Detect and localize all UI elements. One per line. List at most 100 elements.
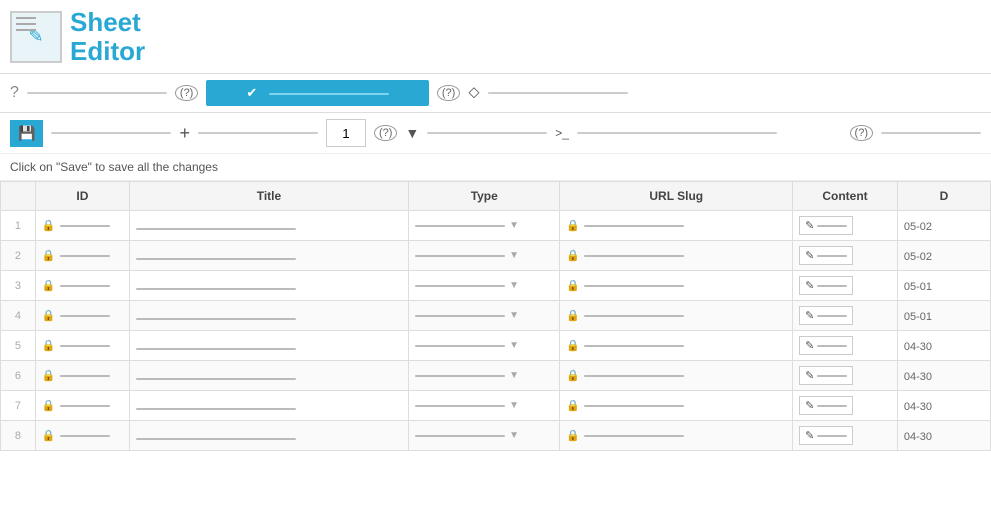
help-badge2[interactable]: (?) <box>437 85 460 101</box>
cell-date: 04-30 <box>897 391 990 421</box>
table-row: 8 🔒 ▼ 🔒 ✎ 04-3 <box>1 421 991 451</box>
cell-title[interactable] <box>129 241 408 271</box>
check-button[interactable]: ✔ <box>206 80 429 106</box>
cell-content: ✎ <box>793 301 898 331</box>
table-body: 1 🔒 ▼ 🔒 ✎ 05-0 <box>1 211 991 451</box>
title-value-line <box>136 288 296 290</box>
chevron-down-icon[interactable]: ▼ <box>509 220 519 231</box>
chevron-down-icon[interactable]: ▼ <box>509 370 519 381</box>
arrow-icon[interactable]: ⬦ <box>468 84 479 102</box>
save-button[interactable]: 💾 <box>10 120 43 147</box>
edit-content-button[interactable]: ✎ <box>799 396 853 415</box>
lock-icon: 🔒 <box>42 279 56 292</box>
cell-title[interactable] <box>129 331 408 361</box>
cell-id: 🔒 <box>35 331 129 361</box>
code-icon[interactable]: >_ <box>555 126 569 140</box>
col-header-id: ID <box>35 182 129 211</box>
edit-content-button[interactable]: ✎ <box>799 366 853 385</box>
filter-icon[interactable]: ▼ <box>405 125 419 141</box>
pencil-icon: ✎ <box>28 26 43 47</box>
slug-value-line <box>584 405 684 407</box>
row-number: 4 <box>1 301 36 331</box>
cell-content: ✎ <box>793 421 898 451</box>
row-count-input[interactable] <box>326 119 366 147</box>
edit-content-button[interactable]: ✎ <box>799 336 853 355</box>
edit-content-button[interactable]: ✎ <box>799 306 853 325</box>
lock-icon: 🔒 <box>42 309 56 322</box>
row-number: 8 <box>1 421 36 451</box>
cell-content: ✎ <box>793 271 898 301</box>
cell-slug: 🔒 <box>560 301 793 331</box>
lock-icon: 🔒 <box>42 249 56 262</box>
cell-content: ✎ <box>793 241 898 271</box>
chevron-down-icon[interactable]: ▼ <box>509 340 519 351</box>
separator-line2 <box>488 92 628 94</box>
cell-id: 🔒 <box>35 271 129 301</box>
cell-content: ✎ <box>793 211 898 241</box>
cell-date: 04-30 <box>897 361 990 391</box>
id-value-line <box>60 255 110 257</box>
lock-icon: 🔒 <box>566 399 580 412</box>
help-badge4[interactable]: (?) <box>850 125 873 141</box>
edit-content-button[interactable]: ✎ <box>799 276 853 295</box>
chevron-down-icon[interactable]: ▼ <box>509 430 519 441</box>
separator-line1 <box>27 92 167 94</box>
cell-id: 🔒 <box>35 211 129 241</box>
cell-title[interactable] <box>129 391 408 421</box>
cell-title[interactable] <box>129 301 408 331</box>
date-value: 05-01 <box>904 311 932 323</box>
cell-slug: 🔒 <box>560 331 793 361</box>
col-header-row <box>1 182 36 211</box>
date-value: 05-01 <box>904 281 932 293</box>
help-icon[interactable]: ? <box>10 84 19 102</box>
row-number: 6 <box>1 361 36 391</box>
table-row: 1 🔒 ▼ 🔒 ✎ 05-0 <box>1 211 991 241</box>
logo-icon: ✎ <box>10 11 62 63</box>
chevron-down-icon[interactable]: ▼ <box>509 250 519 261</box>
cell-type: ▼ <box>409 421 560 451</box>
cell-type: ▼ <box>409 331 560 361</box>
type-value-line <box>415 225 505 227</box>
id-value-line <box>60 285 110 287</box>
edit-content-button[interactable]: ✎ <box>799 426 853 445</box>
table-row: 5 🔒 ▼ 🔒 ✎ 04-3 <box>1 331 991 361</box>
cell-slug: 🔒 <box>560 271 793 301</box>
date-value: 05-02 <box>904 251 932 263</box>
type-value-line <box>415 345 505 347</box>
logo-text: Sheet Editor <box>70 8 145 65</box>
help-badge1[interactable]: (?) <box>175 85 198 101</box>
edit-content-button[interactable]: ✎ <box>799 216 853 235</box>
cell-date: 05-02 <box>897 211 990 241</box>
date-value: 04-30 <box>904 431 932 443</box>
table-row: 6 🔒 ▼ 🔒 ✎ 04-3 <box>1 361 991 391</box>
type-value-line <box>415 405 505 407</box>
cell-title[interactable] <box>129 211 408 241</box>
id-value-line <box>60 345 110 347</box>
type-value-line <box>415 285 505 287</box>
col-header-title: Title <box>129 182 408 211</box>
edit-content-button[interactable]: ✎ <box>799 246 853 265</box>
table-header: ID Title Type URL Slug Content D <box>1 182 991 211</box>
chevron-down-icon[interactable]: ▼ <box>509 310 519 321</box>
cell-type: ▼ <box>409 391 560 421</box>
cell-title[interactable] <box>129 361 408 391</box>
chevron-down-icon[interactable]: ▼ <box>509 280 519 291</box>
separator-line4 <box>198 132 318 134</box>
cell-date: 05-02 <box>897 241 990 271</box>
title-value-line <box>136 318 296 320</box>
chevron-down-icon[interactable]: ▼ <box>509 400 519 411</box>
help-badge3[interactable]: (?) <box>374 125 397 141</box>
cell-date: 05-01 <box>897 271 990 301</box>
cell-title[interactable] <box>129 271 408 301</box>
type-value-line <box>415 435 505 437</box>
cell-title[interactable] <box>129 421 408 451</box>
title-value-line <box>136 258 296 260</box>
cell-id: 🔒 <box>35 301 129 331</box>
table-row: 3 🔒 ▼ 🔒 ✎ 05-0 <box>1 271 991 301</box>
add-row-button[interactable]: + <box>179 123 190 144</box>
lock-icon: 🔒 <box>566 429 580 442</box>
lock-icon: 🔒 <box>566 309 580 322</box>
row-number: 5 <box>1 331 36 361</box>
col-header-type: Type <box>409 182 560 211</box>
table-row: 7 🔒 ▼ 🔒 ✎ 04-3 <box>1 391 991 421</box>
